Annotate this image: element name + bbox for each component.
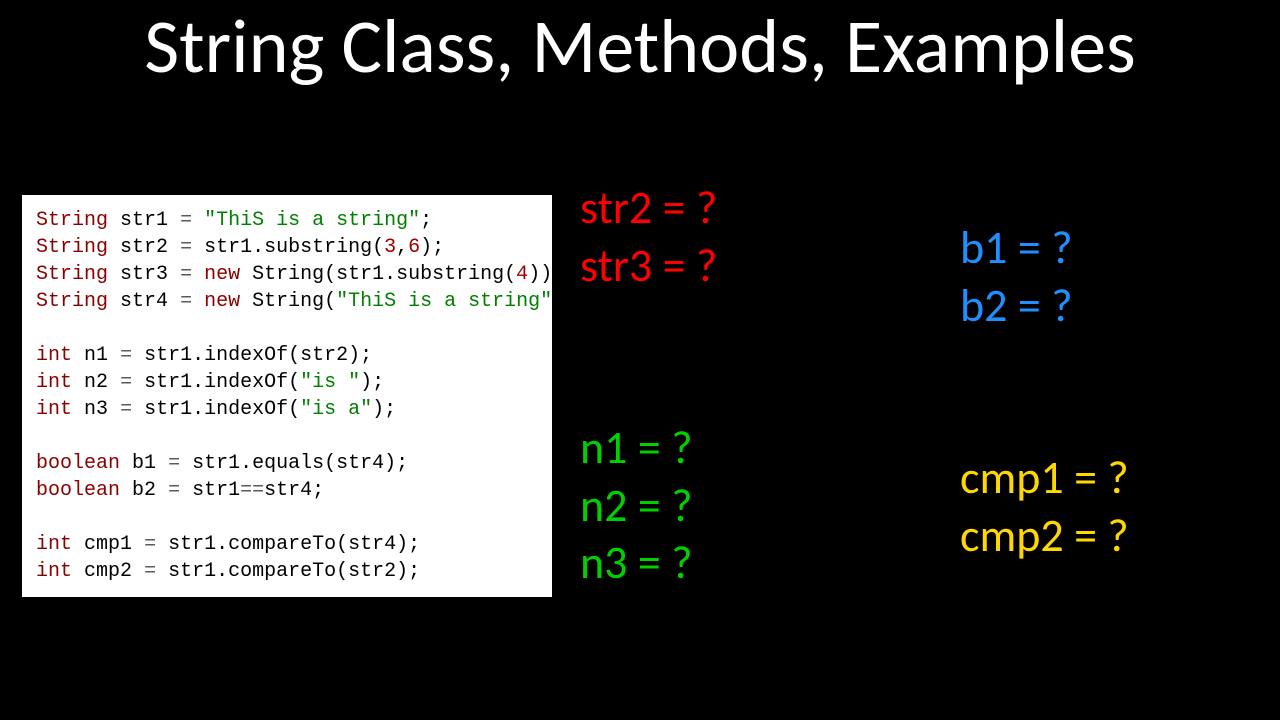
code-token: == [240,479,264,502]
code-token: , [396,236,408,259]
question-group-b: b1 = ? b2 = ? [960,220,1073,335]
code-token: String [36,263,108,286]
code-token: int [36,344,72,367]
code-token: = [180,209,192,232]
code-token: str1.indexOf( [144,398,300,421]
code-token: "is " [300,371,360,394]
question-n1: n1 = ? [580,420,693,478]
code-token: int [36,398,72,421]
code-token: = [168,452,180,475]
code-token: b1 [132,452,156,475]
code-token: = [144,533,156,556]
code-token: ); [552,290,576,313]
question-cmp1: cmp1 = ? [960,450,1129,508]
code-token: boolean [36,452,120,475]
code-block: String str1 = "ThiS is a string"; String… [22,195,552,597]
code-token: ); [372,398,396,421]
code-token: str1 [120,209,168,232]
code-token: = [120,398,132,421]
code-token: = [180,236,192,259]
code-token: new [204,263,240,286]
code-token: str4 [120,290,168,313]
code-token: = [168,479,180,502]
code-token: n2 [84,371,108,394]
code-token: str3 [120,263,168,286]
code-token: str1.compareTo(str4); [168,533,420,556]
code-token: str4; [264,479,324,502]
code-token: str1 [192,479,240,502]
code-token: int [36,371,72,394]
question-str2: str2 = ? [580,180,717,238]
question-cmp2: cmp2 = ? [960,508,1129,566]
code-token: String [36,209,108,232]
code-token: cmp2 [84,560,132,583]
code-token: 3 [384,236,396,259]
code-token: = [144,560,156,583]
code-token: n1 [84,344,108,367]
code-token: = [180,290,192,313]
code-token: str1.indexOf(str2); [144,344,372,367]
question-b2: b2 = ? [960,278,1073,336]
code-token: str1.equals(str4); [192,452,408,475]
code-token: )); [528,263,564,286]
code-token: String( [252,290,336,313]
code-token: ; [420,209,432,232]
code-token: = [180,263,192,286]
code-token: String(str1.substring( [252,263,516,286]
code-token: b2 [132,479,156,502]
question-str3: str3 = ? [580,238,717,296]
code-token: int [36,560,72,583]
question-group-cmp: cmp1 = ? cmp2 = ? [960,450,1129,565]
code-token: boolean [36,479,120,502]
question-n3: n3 = ? [580,535,693,593]
code-token: String [36,236,108,259]
code-token: str1.substring( [204,236,384,259]
code-token: cmp1 [84,533,132,556]
question-b1: b1 = ? [960,220,1073,278]
code-token: ); [360,371,384,394]
code-token: = [120,371,132,394]
code-token: String [36,290,108,313]
code-token: ); [420,236,444,259]
code-token: str1.indexOf( [144,371,300,394]
question-group-str: str2 = ? str3 = ? [580,180,717,295]
slide-title: String Class, Methods, Examples [0,0,1280,88]
code-token: "ThiS is a string" [204,209,420,232]
code-token: = [120,344,132,367]
code-token: 6 [408,236,420,259]
code-token: str2 [120,236,168,259]
question-n2: n2 = ? [580,478,693,536]
code-token: "is a" [300,398,372,421]
code-token: n3 [84,398,108,421]
code-token: int [36,533,72,556]
code-token: 4 [516,263,528,286]
code-token: str1.compareTo(str2); [168,560,420,583]
code-token: new [204,290,240,313]
code-token: "ThiS is a string" [336,290,552,313]
question-group-n: n1 = ? n2 = ? n3 = ? [580,420,693,593]
